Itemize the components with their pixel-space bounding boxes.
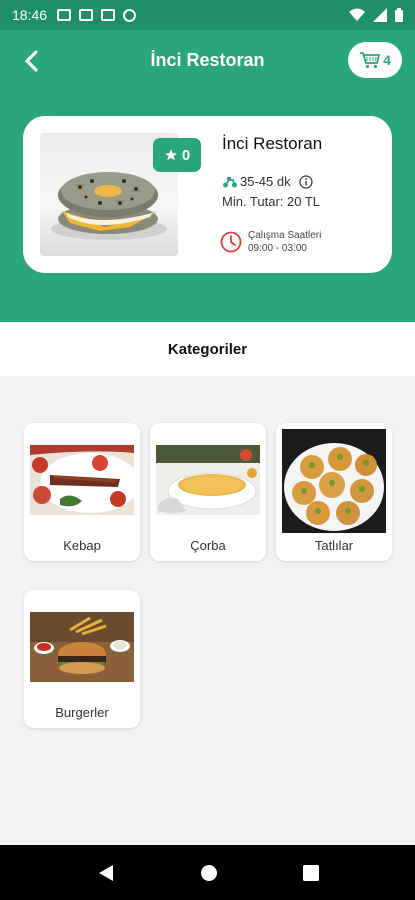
category-label: Tatlılar (314, 538, 354, 553)
working-hours: Çalışma Saatleri 09:00 - 03:00 (220, 229, 321, 255)
restaurant-header: İnci Restoran 4 0 İnci Restoran 35-45 dk (0, 30, 415, 322)
restaurant-card: 0 İnci Restoran 35-45 dk Min. Tutar: 20 … (23, 116, 392, 273)
category-card-corba[interactable]: Çorba (150, 423, 266, 561)
notification-icons (57, 8, 137, 22)
category-label: Burgerler (55, 705, 109, 720)
delivery-time: 35-45 dk (240, 174, 291, 189)
clock-icon (220, 231, 242, 253)
star-icon (164, 149, 177, 161)
info-icon[interactable] (298, 174, 313, 189)
min-order: Min. Tutar: 20 TL (222, 194, 321, 209)
nav-back-icon[interactable] (97, 864, 115, 882)
restaurant-name: İnci Restoran (222, 134, 323, 153)
category-label: Çorba (190, 538, 226, 553)
gallery-notification-icon (101, 9, 116, 21)
hours-value: 09:00 - 03:00 (248, 243, 307, 254)
status-bar: 18:46 (0, 0, 415, 30)
nav-home-icon[interactable] (200, 864, 218, 882)
nav-recents-icon[interactable] (302, 864, 319, 881)
category-card-tatlilar[interactable]: Tatlılar (276, 423, 392, 561)
wifi-icon (349, 8, 365, 21)
categories-title: Kategoriler (0, 322, 415, 376)
category-label: Kebap (63, 538, 101, 553)
rating-badge: 0 (153, 138, 201, 172)
dnd-icon (123, 8, 137, 22)
category-image-corba (156, 445, 260, 515)
signal-icon (373, 8, 387, 22)
system-icons (349, 8, 403, 22)
delivery-time-row: 35-45 dk (222, 174, 313, 189)
category-card-burgerler[interactable]: Burgerler (24, 590, 140, 728)
category-image-tatlilar (282, 429, 386, 533)
cart-button[interactable]: 4 (348, 42, 402, 78)
cart-count: 4 (383, 52, 391, 68)
category-image-burgerler (30, 612, 134, 682)
scooter-icon (223, 176, 237, 187)
rating-value: 0 (181, 146, 191, 164)
gallery-notification-icon (57, 9, 72, 21)
category-image-kebap (30, 445, 134, 515)
battery-icon (395, 8, 403, 22)
hours-label: Çalışma Saatleri (248, 230, 322, 241)
gallery-notification-icon (79, 9, 94, 21)
android-nav-bar (0, 845, 415, 900)
status-time: 18:46 (12, 7, 48, 23)
cart-icon (360, 52, 380, 69)
category-card-kebap[interactable]: Kebap (24, 423, 140, 561)
